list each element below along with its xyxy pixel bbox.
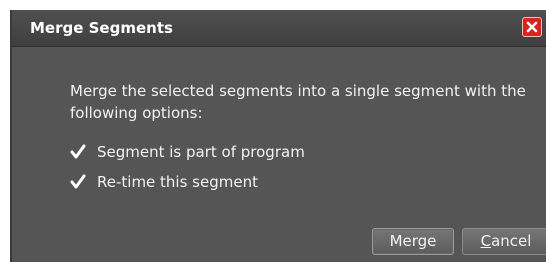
dialog-title: Merge Segments bbox=[30, 19, 173, 37]
dialog-titlebar[interactable]: Merge Segments bbox=[12, 10, 546, 47]
segment-part-of-program-label: Segment is part of program bbox=[97, 143, 305, 161]
checkmark-icon bbox=[70, 144, 86, 159]
cancel-access-key: C bbox=[480, 232, 492, 250]
retime-segment-checkbox[interactable] bbox=[70, 174, 86, 190]
close-icon bbox=[526, 21, 538, 33]
segment-part-of-program-option[interactable]: Segment is part of program bbox=[70, 143, 305, 161]
retime-segment-option[interactable]: Re-time this segment bbox=[70, 173, 258, 191]
cancel-label-rest: ancel bbox=[491, 232, 532, 250]
merge-button[interactable]: Merge bbox=[372, 228, 454, 255]
close-button[interactable] bbox=[522, 17, 542, 37]
cancel-button[interactable]: Cancel bbox=[462, 228, 546, 255]
dialog-message: Merge the selected segments into a singl… bbox=[70, 82, 526, 122]
retime-segment-label: Re-time this segment bbox=[97, 173, 258, 191]
checkmark-icon bbox=[70, 174, 86, 189]
merge-segments-dialog: Merge Segments Merge the selected segmen… bbox=[10, 10, 546, 262]
segment-part-of-program-checkbox[interactable] bbox=[70, 144, 86, 160]
